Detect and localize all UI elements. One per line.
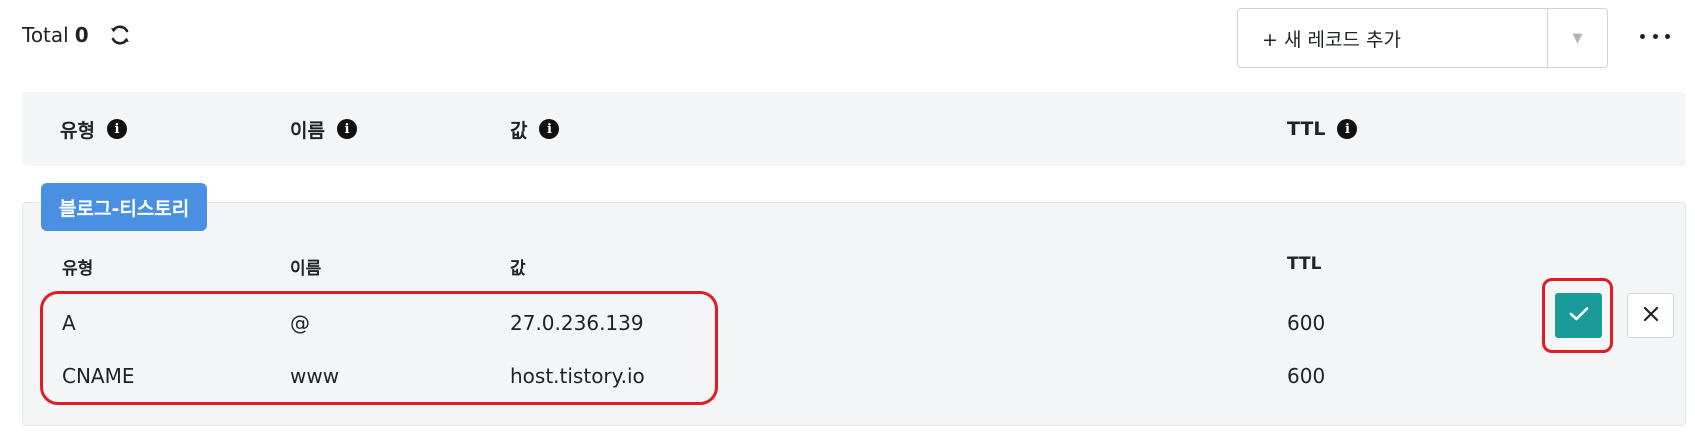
column-header-type: 유형 i: [60, 92, 127, 166]
more-dot: [1665, 33, 1670, 39]
record-ttl: 600: [1287, 364, 1326, 388]
table-header: 유형 i 이름 i 값 i TTL i: [22, 92, 1686, 166]
column-header-label: 유형: [60, 119, 95, 142]
chevron-down-icon: ▼: [1572, 30, 1583, 46]
records-highlight-outline: [40, 291, 718, 405]
refresh-icon[interactable]: [107, 22, 133, 48]
close-icon: [1643, 306, 1659, 326]
info-icon[interactable]: i: [1337, 119, 1358, 139]
total-count: 0: [74, 23, 89, 47]
more-dot: [1652, 33, 1658, 39]
cancel-button[interactable]: [1627, 293, 1674, 338]
more-dot: [1640, 33, 1645, 39]
column-header-label: TTL: [1287, 118, 1326, 140]
info-icon[interactable]: i: [336, 119, 357, 139]
column-header-label: 이름: [290, 119, 325, 142]
total-indicator: Total 0: [22, 22, 133, 48]
total-label: Total: [22, 23, 69, 47]
column-header-value: 값 i: [510, 92, 560, 166]
group-column-type: 유형: [62, 259, 94, 279]
record-ttl: 600: [1287, 311, 1326, 335]
toolbar: Total 0 + 새 레코드 추가 ▼: [0, 0, 1695, 76]
group-badge[interactable]: 블로그-티스토리: [41, 183, 208, 231]
confirm-button[interactable]: [1555, 293, 1602, 338]
info-icon[interactable]: i: [106, 119, 127, 139]
check-icon: [1569, 306, 1589, 326]
column-header-name: 이름 i: [290, 92, 357, 166]
group-column-name: 이름: [290, 259, 322, 279]
info-icon[interactable]: i: [539, 119, 560, 139]
add-record-dropdown-toggle[interactable]: ▼: [1547, 9, 1607, 67]
group-column-value: 값: [510, 259, 526, 279]
more-horizontal-icon[interactable]: [1640, 24, 1670, 48]
add-record-button[interactable]: + 새 레코드 추가: [1238, 9, 1547, 67]
column-header-label: 값: [510, 119, 528, 142]
column-header-ttl: TTL i: [1287, 92, 1358, 166]
group-column-ttl: TTL: [1287, 254, 1322, 274]
add-record-split-button: + 새 레코드 추가 ▼: [1237, 8, 1608, 68]
